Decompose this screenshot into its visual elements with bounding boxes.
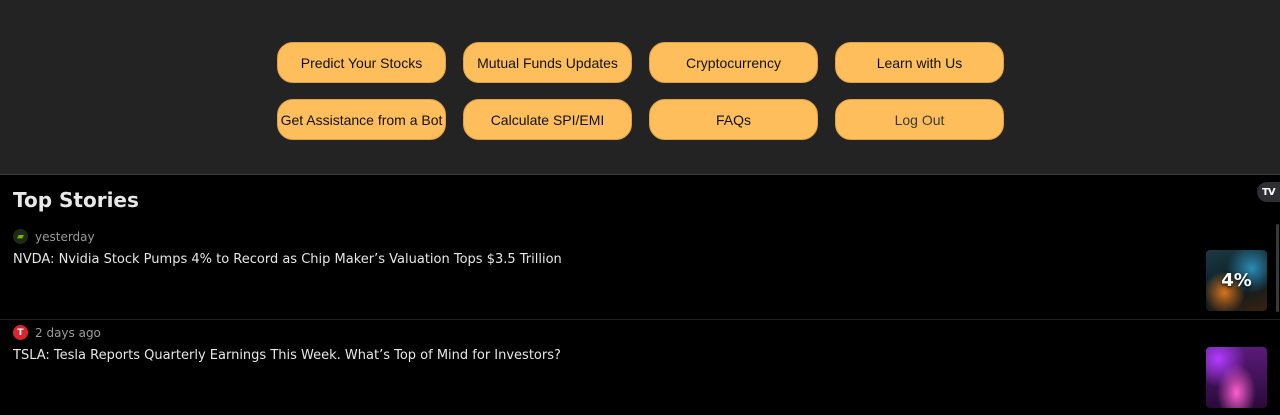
faqs-button[interactable]: FAQs [649, 99, 818, 140]
learn-button[interactable]: Learn with Us [835, 42, 1004, 83]
nvidia-logo-icon: ▰ [13, 229, 28, 244]
story-meta: T 2 days ago [13, 325, 101, 340]
mutual-funds-button[interactable]: Mutual Funds Updates [463, 42, 632, 83]
story-meta: ▰ yesterday [13, 229, 95, 244]
predict-stocks-button[interactable]: Predict Your Stocks [277, 42, 446, 83]
logout-button[interactable]: Log Out [835, 99, 1004, 140]
story-time: yesterday [35, 229, 95, 244]
calculate-spi-emi-button[interactable]: Calculate SPI/EMI [463, 99, 632, 140]
story-thumbnail[interactable]: 4% [1206, 250, 1267, 311]
story-headline[interactable]: NVDA: Nvidia Stock Pumps 4% to Record as… [13, 252, 562, 267]
story-headline[interactable]: TSLA: Tesla Reports Quarterly Earnings T… [13, 348, 561, 363]
story-item[interactable]: T 2 days ago TSLA: Tesla Reports Quarter… [0, 325, 1280, 415]
widget-title: Top Stories [13, 188, 139, 212]
top-stories-widget: Top Stories TV ▰ yesterday NVDA: Nvidia … [0, 176, 1280, 415]
scrollbar[interactable] [1276, 224, 1279, 312]
tradingview-logo-icon[interactable]: TV [1257, 182, 1280, 202]
tesla-logo-icon: T [13, 325, 28, 340]
bot-assistance-button[interactable]: Get Assistance from a Bot [277, 99, 446, 140]
story-item[interactable]: ▰ yesterday NVDA: Nvidia Stock Pumps 4% … [0, 229, 1280, 319]
story-thumbnail[interactable] [1206, 347, 1267, 408]
thumbnail-label: 4% [1221, 270, 1252, 291]
story-time: 2 days ago [35, 325, 101, 340]
story-divider [0, 319, 1280, 320]
cryptocurrency-button[interactable]: Cryptocurrency [649, 42, 818, 83]
nav-panel: Predict Your Stocks Mutual Funds Updates… [0, 0, 1280, 175]
